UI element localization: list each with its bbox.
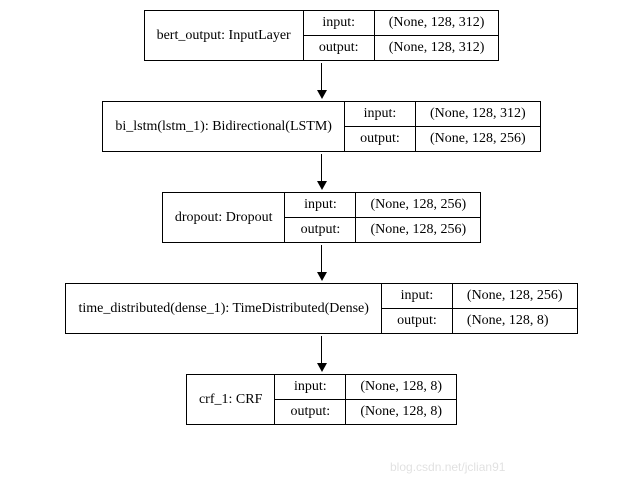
input-shape: (None, 128, 8)	[346, 375, 456, 399]
output-shape: (None, 128, 256)	[416, 127, 540, 151]
input-row: input: (None, 128, 312)	[345, 102, 540, 127]
input-shape: (None, 128, 312)	[375, 11, 499, 35]
input-label: input:	[304, 11, 375, 35]
layer-io: input: (None, 128, 256) output: (None, 1…	[382, 284, 577, 333]
input-label: input:	[382, 284, 453, 308]
input-shape: (None, 128, 256)	[356, 193, 480, 217]
layer-node: dropout: Dropout input: (None, 128, 256)…	[162, 192, 481, 243]
input-row: input: (None, 128, 256)	[285, 193, 480, 218]
output-row: output: (None, 128, 256)	[285, 218, 480, 242]
input-label: input:	[285, 193, 356, 217]
layer-node: time_distributed(dense_1): TimeDistribut…	[65, 283, 577, 334]
layer-name: bi_lstm(lstm_1): Bidirectional(LSTM)	[103, 102, 345, 151]
output-label: output:	[382, 309, 453, 333]
input-row: input: (None, 128, 256)	[382, 284, 577, 309]
layer-node: crf_1: CRF input: (None, 128, 8) output:…	[186, 374, 457, 425]
input-label: input:	[345, 102, 416, 126]
output-shape: (None, 128, 256)	[356, 218, 480, 242]
output-label: output:	[304, 36, 375, 60]
layer-node: bi_lstm(lstm_1): Bidirectional(LSTM) inp…	[102, 101, 540, 152]
layer-io: input: (None, 128, 256) output: (None, 1…	[285, 193, 480, 242]
arrow-icon	[317, 63, 327, 99]
layer-name: time_distributed(dense_1): TimeDistribut…	[66, 284, 381, 333]
layer-name: crf_1: CRF	[187, 375, 275, 424]
output-row: output: (None, 128, 8)	[275, 400, 456, 424]
output-row: output: (None, 128, 312)	[304, 36, 499, 60]
output-label: output:	[285, 218, 356, 242]
output-label: output:	[345, 127, 416, 151]
output-shape: (None, 128, 312)	[375, 36, 499, 60]
layer-io: input: (None, 128, 312) output: (None, 1…	[345, 102, 540, 151]
input-shape: (None, 128, 312)	[416, 102, 540, 126]
output-row: output: (None, 128, 256)	[345, 127, 540, 151]
arrow-icon	[317, 245, 327, 281]
watermark-text: blog.csdn.net/jclian91	[390, 460, 505, 474]
output-row: output: (None, 128, 8)	[382, 309, 577, 333]
arrow-icon	[317, 154, 327, 190]
input-label: input:	[275, 375, 346, 399]
output-shape: (None, 128, 8)	[346, 400, 456, 424]
layer-io: input: (None, 128, 8) output: (None, 128…	[275, 375, 456, 424]
layer-io: input: (None, 128, 312) output: (None, 1…	[304, 11, 499, 60]
layer-node: bert_output: InputLayer input: (None, 12…	[144, 10, 500, 61]
output-shape: (None, 128, 8)	[453, 309, 563, 333]
layer-name: dropout: Dropout	[163, 193, 286, 242]
model-diagram: bert_output: InputLayer input: (None, 12…	[10, 10, 633, 425]
layer-name: bert_output: InputLayer	[145, 11, 304, 60]
arrow-icon	[317, 336, 327, 372]
output-label: output:	[275, 400, 346, 424]
input-row: input: (None, 128, 312)	[304, 11, 499, 36]
input-row: input: (None, 128, 8)	[275, 375, 456, 400]
input-shape: (None, 128, 256)	[453, 284, 577, 308]
